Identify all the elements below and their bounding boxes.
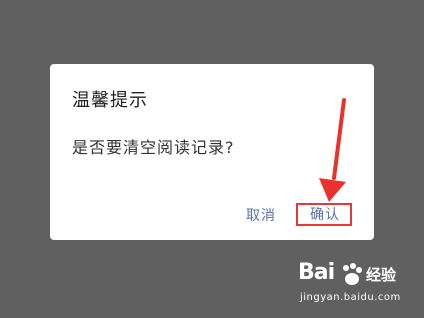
watermark-brand: 经验 — [366, 266, 397, 284]
watermark-logo: Bai — [298, 260, 335, 285]
baidu-jingyan-watermark: Bai 经验 jingyan.baidu.com — [296, 260, 406, 310]
paw-icon — [343, 263, 362, 285]
watermark-url: jingyan.baidu.com — [300, 292, 401, 303]
